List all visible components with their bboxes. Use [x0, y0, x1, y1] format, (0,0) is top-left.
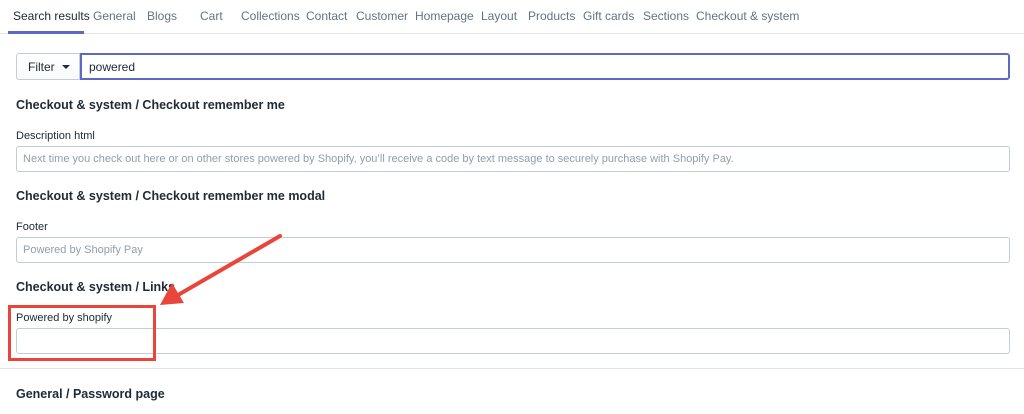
tab-layout[interactable]: Layout	[481, 9, 517, 23]
powered-by-shopify-field[interactable]	[16, 328, 1010, 354]
tab-collections[interactable]: Collections	[241, 9, 300, 23]
filter-button-label: Filter	[28, 59, 55, 74]
tab-contact[interactable]: Contact	[306, 9, 347, 23]
tab-customer[interactable]: Customer	[356, 9, 408, 23]
description-html-field[interactable]	[16, 146, 1010, 172]
field-label-powered-by-shopify: Powered by shopify	[16, 312, 112, 324]
search-input[interactable]	[80, 53, 1010, 80]
filter-button[interactable]: Filter	[16, 53, 80, 80]
section-title-checkout-remember-me-modal: Checkout & system / Checkout remember me…	[16, 189, 326, 203]
section-title-checkout-remember-me: Checkout & system / Checkout remember me	[16, 98, 285, 112]
tab-checkout-system[interactable]: Checkout & system	[696, 9, 799, 23]
tab-general[interactable]: General	[93, 9, 136, 23]
caret-down-icon	[61, 64, 70, 69]
section-title-links: Checkout & system / Links	[16, 280, 176, 294]
field-label-footer: Footer	[16, 221, 48, 233]
tab-products[interactable]: Products	[528, 9, 575, 23]
section-title-password-page: General / Password page	[16, 387, 165, 401]
tab-sections[interactable]: Sections	[643, 9, 689, 23]
field-label-description-html: Description html	[16, 130, 95, 142]
search-results-panel	[0, 34, 1024, 414]
section-divider	[0, 368, 1024, 369]
tab-bar: Search results General Blogs Cart Collec…	[0, 0, 1024, 34]
tab-search-results[interactable]: Search results	[13, 9, 90, 23]
tab-cart[interactable]: Cart	[200, 9, 223, 23]
tab-blogs[interactable]: Blogs	[147, 9, 177, 23]
tab-homepage[interactable]: Homepage	[415, 9, 474, 23]
footer-field[interactable]	[16, 237, 1010, 263]
tab-gift-cards[interactable]: Gift cards	[583, 9, 634, 23]
